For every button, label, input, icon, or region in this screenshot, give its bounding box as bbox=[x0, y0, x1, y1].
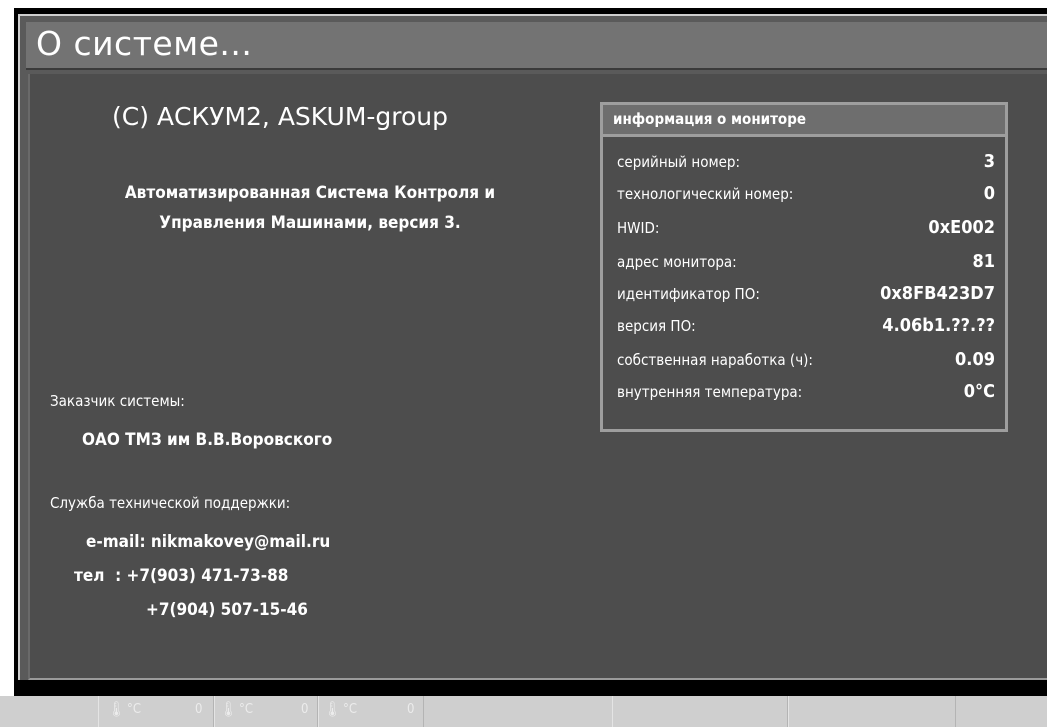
monitor-row-serial: серийный номер: 3 bbox=[617, 149, 995, 179]
monitor-row-value: 0 bbox=[983, 183, 995, 204]
status-cell bbox=[612, 696, 788, 727]
monitor-row-address: адрес монитора: 81 bbox=[617, 249, 995, 279]
about-window: О системе... (C) АСКУМ2, ASKUM-group Авт… bbox=[18, 14, 1047, 680]
monitor-row-runtime: собственная наработка (ч): 0.09 bbox=[617, 347, 995, 377]
monitor-row-label: идентификатор ПО: bbox=[617, 285, 760, 303]
support-email: e-mail: nikmakovey@mail.ru bbox=[86, 532, 331, 552]
monitor-row-label: технологический номер: bbox=[617, 185, 794, 203]
temperature-value: 0 bbox=[407, 702, 415, 717]
support-phone-1: тел : +7(903) 471-73-88 bbox=[74, 566, 289, 586]
monitor-row-label: адрес монитора: bbox=[617, 253, 737, 271]
thermometer-icon: 🌡 bbox=[323, 700, 343, 718]
monitor-row-label: внутренняя температура: bbox=[617, 383, 803, 401]
monitor-row-label: собственная наработка (ч): bbox=[617, 351, 813, 369]
monitor-info-panel: информация о мониторе серийный номер: 3 … bbox=[600, 102, 1008, 432]
temperature-value: 0 bbox=[301, 702, 309, 717]
monitor-row-value: 0x8FB423D7 bbox=[880, 283, 995, 304]
temperature-indicator-1: 🌡 °C 0 bbox=[98, 696, 214, 727]
monitor-info-header: информация о мониторе bbox=[603, 105, 1005, 137]
customer-value: ОАО ТМЗ им В.В.Воровского bbox=[82, 430, 333, 450]
title-bar: О системе... bbox=[26, 22, 1047, 70]
temperature-unit: °C bbox=[239, 702, 254, 717]
monitor-row-label: серийный номер: bbox=[617, 153, 741, 171]
support-phone-2: +7(904) 507-15-46 bbox=[146, 600, 308, 620]
monitor-row-software-version: версия ПО: 4.06b1.??.?? bbox=[617, 313, 995, 343]
description-line-2: Управления Машинами, версия 3. bbox=[159, 213, 461, 233]
monitor-info-title: информация о мониторе bbox=[613, 110, 807, 128]
monitor-row-temperature: внутренняя температура: 0°C bbox=[617, 379, 995, 409]
monitor-row-value: 0.09 bbox=[955, 349, 995, 370]
support-label: Служба технической поддержки: bbox=[50, 494, 291, 512]
monitor-row-value: 81 bbox=[972, 251, 995, 272]
monitor-row-value: 0°C bbox=[963, 381, 995, 402]
window-title: О системе... bbox=[36, 24, 253, 63]
thermometer-icon: 🌡 bbox=[107, 700, 127, 718]
system-description: Автоматизированная Система Контроля и Уп… bbox=[50, 178, 570, 238]
monitor-row-label: версия ПО: bbox=[617, 317, 696, 335]
monitor-row-value: 3 bbox=[983, 151, 995, 172]
temperature-indicator-3: 🌡 °C 0 bbox=[318, 696, 424, 727]
monitor-row-hwid: HWID: 0xE002 bbox=[617, 215, 995, 245]
monitor-row-label: HWID: bbox=[617, 219, 660, 237]
temperature-unit: °C bbox=[343, 702, 358, 717]
monitor-row-tech-number: технологический номер: 0 bbox=[617, 181, 995, 211]
status-cell bbox=[788, 696, 956, 727]
customer-label: Заказчик системы: bbox=[50, 392, 185, 410]
monitor-row-value: 0xE002 bbox=[928, 217, 995, 238]
thermometer-icon: 🌡 bbox=[219, 700, 239, 718]
about-content: (C) АСКУМ2, ASKUM-group Автоматизированн… bbox=[28, 74, 1047, 680]
temperature-unit: °C bbox=[127, 702, 142, 717]
monitor-row-software-id: идентификатор ПО: 0x8FB423D7 bbox=[617, 281, 995, 311]
copyright-text: (C) АСКУМ2, ASKUM-group bbox=[112, 102, 449, 131]
monitor-row-value: 4.06b1.??.?? bbox=[882, 315, 995, 336]
temperature-value: 0 bbox=[195, 702, 203, 717]
status-bar: 🌡 °C 0 🌡 °C 0 🌡 °C 0 bbox=[0, 696, 1047, 727]
temperature-indicator-2: 🌡 °C 0 bbox=[214, 696, 318, 727]
description-line-1: Автоматизированная Система Контроля и bbox=[124, 183, 496, 203]
